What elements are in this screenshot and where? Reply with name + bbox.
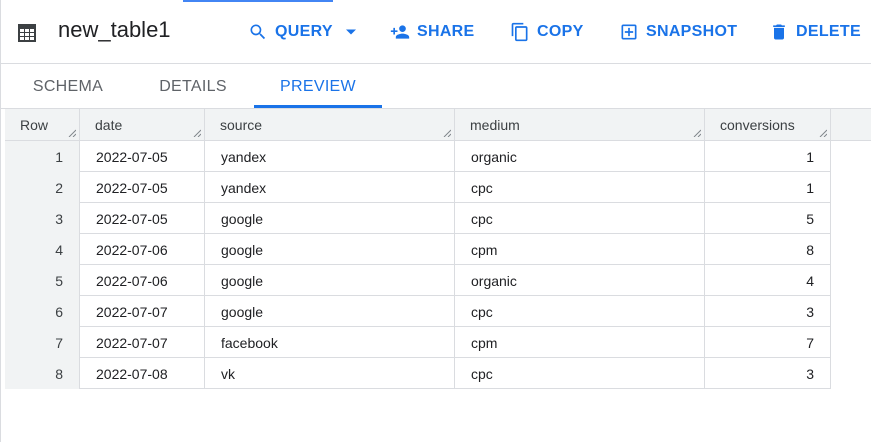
table-row[interactable]: 4 2022-07-06 google cpm 8: [5, 234, 831, 265]
date-cell[interactable]: 2022-07-08: [80, 358, 205, 389]
medium-cell[interactable]: cpc: [455, 203, 705, 234]
snapshot-icon: [621, 24, 637, 40]
caret-down-icon: [345, 29, 356, 35]
medium-cell[interactable]: cpc: [455, 358, 705, 389]
tab-schema[interactable]: SCHEMA: [19, 64, 117, 109]
tab-preview[interactable]: PREVIEW: [254, 64, 382, 109]
medium-cell[interactable]: organic: [455, 141, 705, 172]
date-cell[interactable]: 2022-07-05: [80, 141, 205, 172]
resize-grip-icon[interactable]: [819, 129, 827, 137]
conversions-cell[interactable]: 4: [705, 265, 831, 296]
date-cell[interactable]: 2022-07-05: [80, 172, 205, 203]
source-cell[interactable]: google: [205, 203, 455, 234]
column-header-label: Row: [20, 117, 49, 133]
resize-grip-icon[interactable]: [193, 129, 201, 137]
delete-button[interactable]: DELETE: [769, 19, 861, 45]
source-cell[interactable]: facebook: [205, 327, 455, 358]
date-cell[interactable]: 2022-07-07: [80, 327, 205, 358]
trash-icon: [773, 24, 785, 40]
source-cell[interactable]: google: [205, 296, 455, 327]
row-number-cell[interactable]: 3: [5, 203, 80, 234]
resize-grip-icon[interactable]: [693, 129, 701, 137]
medium-cell[interactable]: cpm: [455, 327, 705, 358]
share-button-label: SHARE: [417, 23, 475, 40]
source-cell[interactable]: yandex: [205, 172, 455, 203]
source-cell[interactable]: vk: [205, 358, 455, 389]
row-number-cell[interactable]: 6: [5, 296, 80, 327]
row-number-cell[interactable]: 5: [5, 265, 80, 296]
conversions-cell[interactable]: 5: [705, 203, 831, 234]
row-number-cell[interactable]: 2: [5, 172, 80, 203]
table-row[interactable]: 8 2022-07-08 vk cpc 3: [5, 358, 831, 389]
resize-grip-icon[interactable]: [68, 129, 76, 137]
column-header-medium[interactable]: medium: [455, 109, 705, 141]
conversions-cell[interactable]: 1: [705, 141, 831, 172]
snapshot-button[interactable]: SNAPSHOT: [619, 19, 737, 45]
table-row[interactable]: 6 2022-07-07 google cpc 3: [5, 296, 831, 327]
copy-button-label: COPY: [537, 23, 584, 40]
source-cell[interactable]: google: [205, 234, 455, 265]
row-number-cell[interactable]: 1: [5, 141, 80, 172]
table-row[interactable]: 7 2022-07-07 facebook cpm 7: [5, 327, 831, 358]
copy-icon: [511, 22, 528, 42]
conversions-cell[interactable]: 3: [705, 296, 831, 327]
row-number-cell[interactable]: 8: [5, 358, 80, 389]
table-row[interactable]: 3 2022-07-05 google cpc 5: [5, 203, 831, 234]
row-number-cell[interactable]: 4: [5, 234, 80, 265]
column-header-filler: [831, 109, 871, 141]
source-cell[interactable]: google: [205, 265, 455, 296]
source-cell[interactable]: yandex: [205, 141, 455, 172]
date-cell[interactable]: 2022-07-07: [80, 296, 205, 327]
column-header-label: date: [95, 117, 123, 133]
table-row[interactable]: 5 2022-07-06 google organic 4: [5, 265, 831, 296]
tab-details[interactable]: DETAILS: [143, 64, 243, 109]
date-cell[interactable]: 2022-07-06: [80, 265, 205, 296]
copy-button[interactable]: COPY: [510, 19, 584, 45]
column-header-conversions[interactable]: conversions: [705, 109, 831, 141]
row-number-cell[interactable]: 7: [5, 327, 80, 358]
table-row[interactable]: 2 2022-07-05 yandex cpc 1: [5, 172, 831, 203]
date-cell[interactable]: 2022-07-05: [80, 203, 205, 234]
column-header-label: conversions: [720, 117, 795, 133]
share-button[interactable]: SHARE: [390, 19, 475, 45]
delete-button-label: DELETE: [796, 23, 861, 40]
conversions-cell[interactable]: 8: [705, 234, 831, 265]
page-title: new_table1: [58, 17, 171, 42]
table-icon: [18, 24, 36, 42]
resize-grip-icon[interactable]: [443, 129, 451, 137]
date-cell[interactable]: 2022-07-06: [80, 234, 205, 265]
column-header-label: medium: [470, 117, 520, 133]
conversions-cell[interactable]: 1: [705, 172, 831, 203]
column-header-row[interactable]: Row: [5, 109, 80, 141]
table-details-panel: new_table1 QUERY SHARE COPY SNAPSHOT DEL…: [0, 0, 871, 442]
medium-cell[interactable]: cpc: [455, 296, 705, 327]
medium-cell[interactable]: cpm: [455, 234, 705, 265]
search-icon: [250, 24, 266, 40]
table-row[interactable]: 1 2022-07-05 yandex organic 1: [5, 141, 831, 172]
conversions-cell[interactable]: 7: [705, 327, 831, 358]
toolbar: new_table1 QUERY SHARE COPY SNAPSHOT DEL…: [1, 0, 871, 64]
conversions-cell[interactable]: 3: [705, 358, 831, 389]
snapshot-button-label: SNAPSHOT: [646, 23, 738, 40]
column-header-source[interactable]: source: [205, 109, 455, 141]
medium-cell[interactable]: organic: [455, 265, 705, 296]
query-button[interactable]: QUERY: [248, 19, 356, 45]
query-button-label: QUERY: [275, 23, 333, 40]
medium-cell[interactable]: cpc: [455, 172, 705, 203]
person-add-icon: [390, 25, 410, 39]
tab-bar: SCHEMA DETAILS PREVIEW: [1, 64, 871, 109]
column-header-date[interactable]: date: [80, 109, 205, 141]
column-header-label: source: [220, 117, 263, 133]
